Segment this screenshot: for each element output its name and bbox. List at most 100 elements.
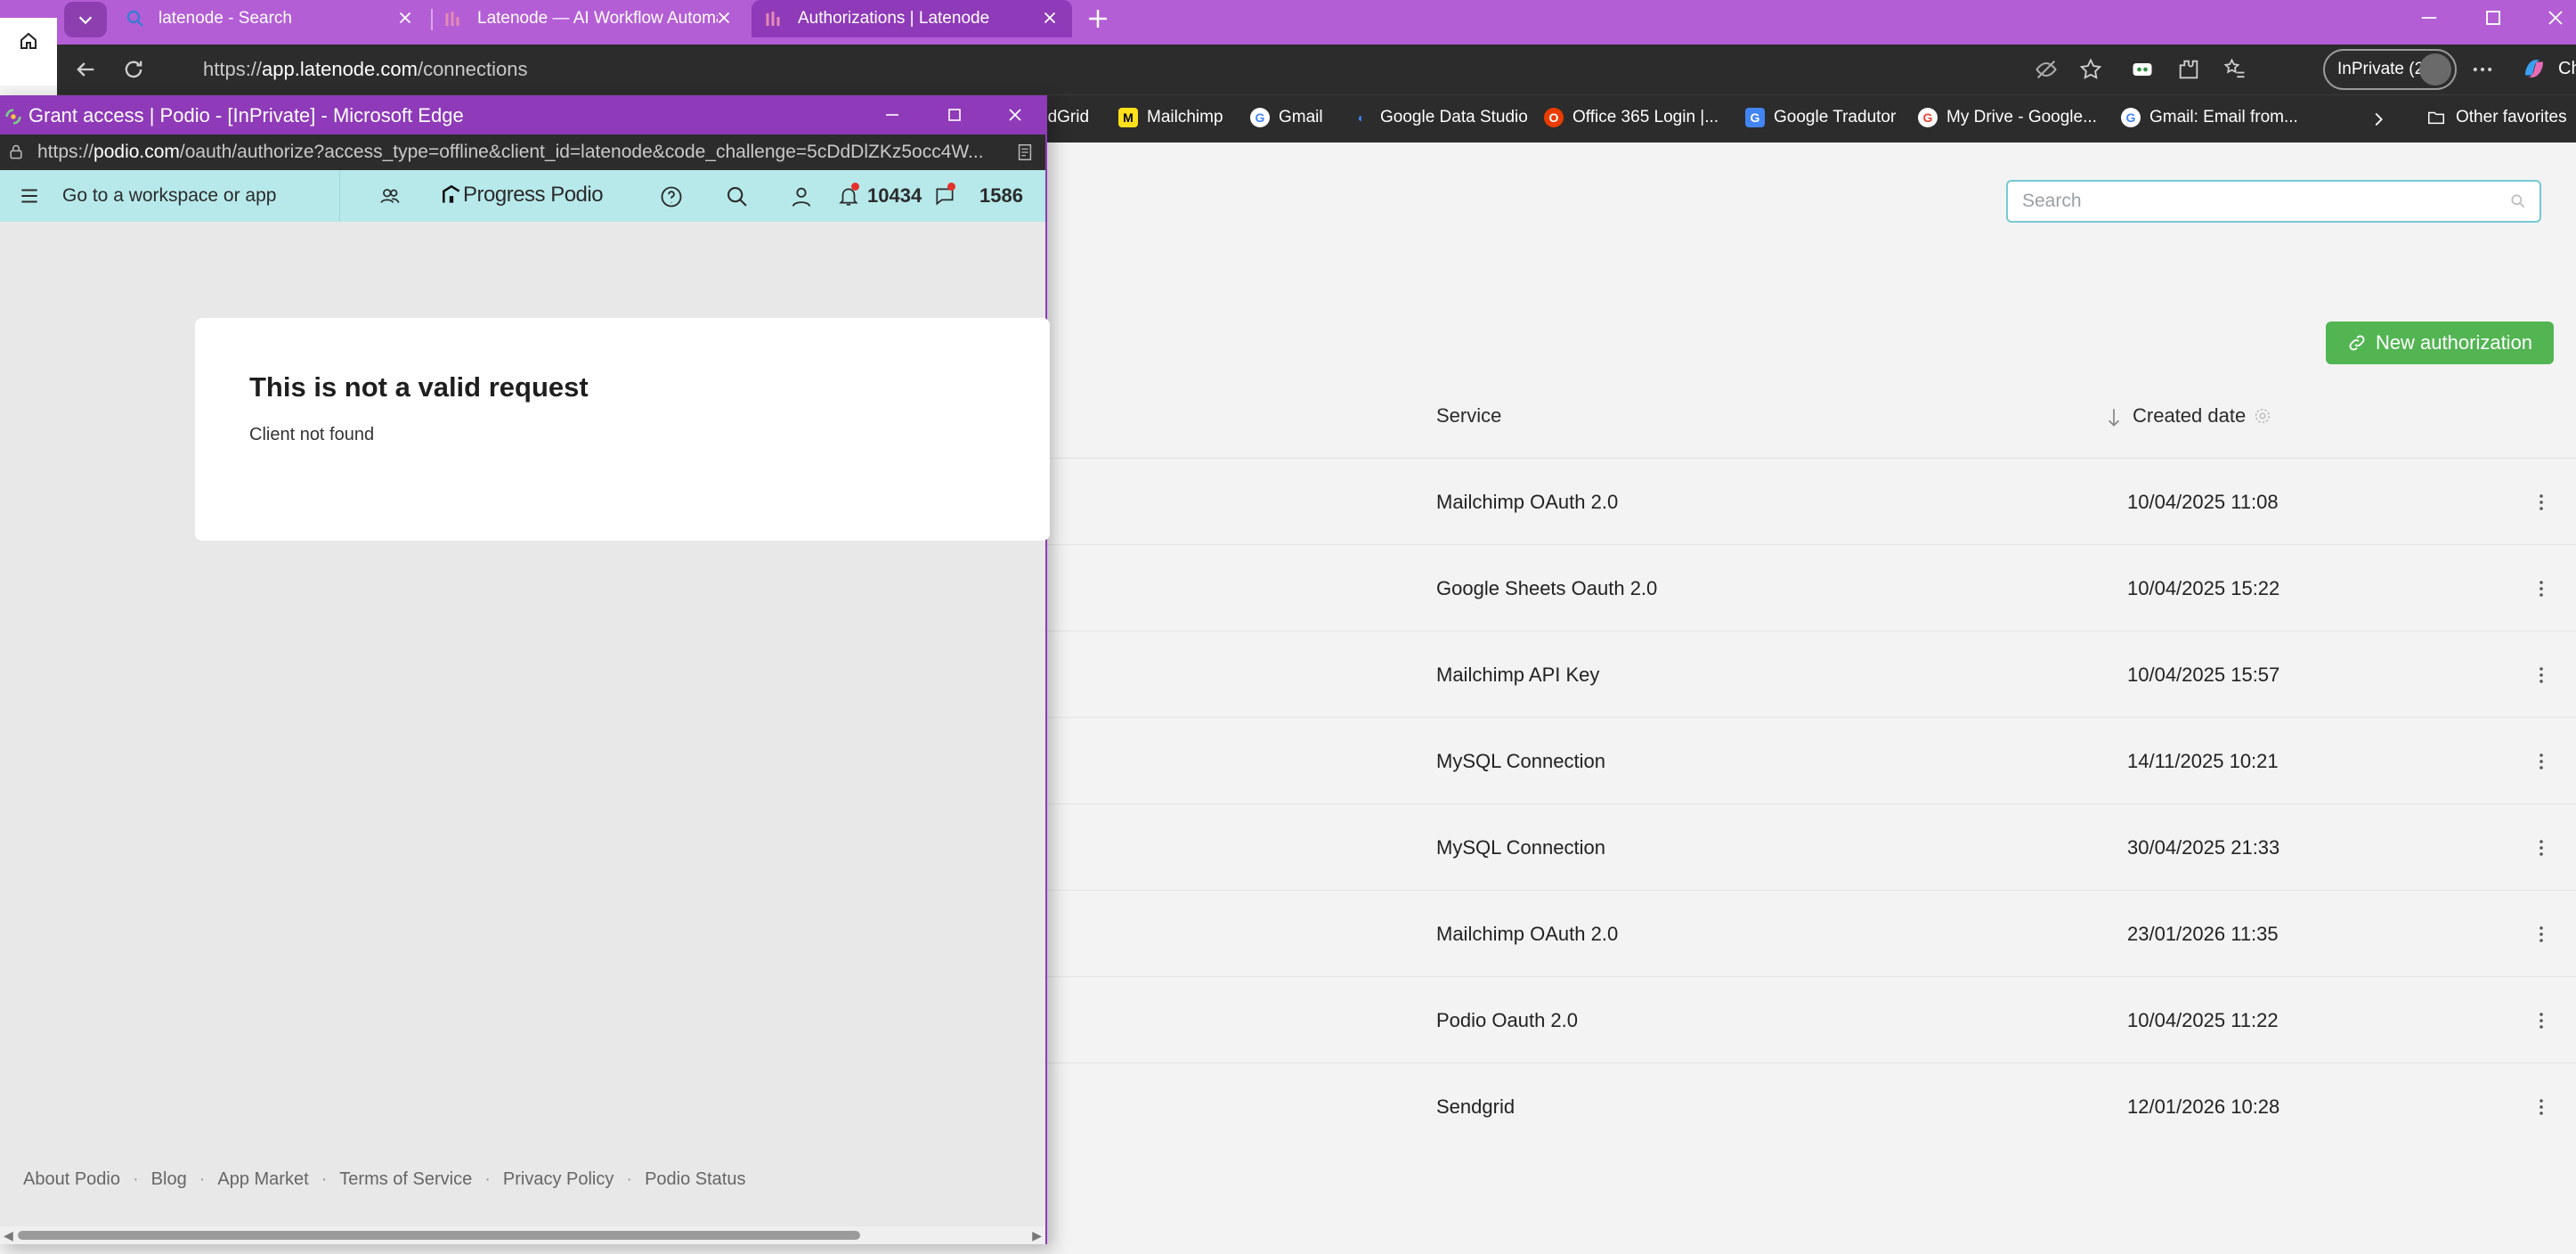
workspace-switcher[interactable]: Go to a workspace or app (18, 184, 276, 208)
refresh-icon[interactable] (121, 57, 146, 82)
latenode-logo-icon (445, 12, 459, 26)
error-message: Client not found (249, 425, 375, 444)
progress-podio-logo[interactable]: Progress Podio (440, 183, 604, 208)
progress-logo-icon (443, 184, 460, 203)
footer-link-blog[interactable]: Blog (151, 1169, 187, 1190)
copilot-chat-button[interactable]: Chat (2519, 55, 2576, 82)
scroll-right-arrow-icon[interactable]: ▶ (1032, 1228, 1042, 1243)
favorite-item[interactable]: M Mailchimp (1118, 108, 1223, 127)
favorite-item[interactable]: ◐ Google Data Studio (1352, 108, 1528, 127)
message-dot (947, 183, 955, 191)
service-cell: Mailchimp API Key (1436, 664, 1600, 686)
column-header-service[interactable]: Service (1436, 404, 1501, 428)
scrollbar-thumb[interactable] (18, 1231, 860, 1240)
favorite-item[interactable]: O Office 365 Login |... (1544, 108, 1719, 127)
other-favorites-folder[interactable]: Other favorites (2426, 108, 2567, 127)
extensions-puzzle-icon[interactable] (2176, 57, 2201, 82)
table-row[interactable]: Mailchimp OAuth 2.0 23/01/2026 11:35 (1042, 891, 2576, 977)
messages-button[interactable]: 1586 (933, 183, 1023, 208)
tab-latenode-search[interactable]: latenode - Search (125, 0, 427, 37)
workspace-label: Go to a workspace or app (62, 185, 277, 206)
search-input[interactable]: Search (2006, 180, 2541, 223)
gear-icon[interactable] (2253, 406, 2272, 426)
footer-link-about[interactable]: About Podio (23, 1169, 120, 1190)
table-row[interactable]: Mailchimp OAuth 2.0 10/04/2025 11:08 (1042, 459, 2576, 545)
favorite-item[interactable]: G My Drive - Google... (1918, 108, 2097, 127)
close-icon[interactable] (395, 8, 415, 28)
more-vertical-icon[interactable] (2531, 748, 2552, 775)
table-row[interactable]: MySQL Connection 14/11/2025 10:21 (1042, 718, 2576, 804)
help-icon[interactable] (659, 184, 684, 209)
maximize-icon[interactable] (2481, 5, 2506, 30)
notifications-button[interactable]: 10434 (837, 183, 922, 208)
table-row[interactable]: Podio Oauth 2.0 10/04/2025 11:22 (1042, 977, 2576, 1063)
more-vertical-icon[interactable] (2531, 835, 2552, 861)
tab-actions-button[interactable] (64, 2, 107, 37)
table-row[interactable]: Sendgrid 12/01/2026 10:28 (1042, 1063, 2576, 1150)
hamburger-menu-icon (21, 189, 37, 203)
back-icon[interactable] (73, 57, 98, 82)
favorite-item[interactable]: G Gmail (1250, 108, 1323, 127)
close-icon[interactable] (714, 8, 734, 28)
new-tab-icon[interactable] (1085, 5, 1111, 32)
more-vertical-icon[interactable] (2531, 1007, 2552, 1034)
latenode-logo-icon (766, 12, 780, 26)
copilot-icon (2525, 60, 2543, 77)
table-row[interactable]: Google Sheets Oauth 2.0 10/04/2025 15:22 (1042, 545, 2576, 631)
more-vertical-icon[interactable] (2531, 921, 2552, 948)
inprivate-profile-button[interactable]: InPrivate (2) (2323, 49, 2457, 90)
url-prefix: https:// (37, 142, 94, 162)
sort-descending-icon[interactable] (2105, 406, 2123, 429)
tab-divider (431, 9, 433, 30)
footer-link-privacy[interactable]: Privacy Policy (503, 1169, 614, 1190)
favorite-label: Other favorites (2456, 108, 2567, 126)
avatar (2419, 53, 2451, 86)
favorite-label: Mailchimp (1147, 108, 1223, 126)
footer-link-app-market[interactable]: App Market (217, 1169, 308, 1190)
more-vertical-icon[interactable] (2531, 1094, 2552, 1120)
more-options-icon[interactable] (2470, 57, 2495, 82)
close-window-icon[interactable] (2543, 5, 2568, 30)
tab-authorizations[interactable]: Authorizations | Latenode (752, 0, 1072, 37)
more-vertical-icon[interactable] (2531, 662, 2552, 688)
close-icon[interactable] (1040, 8, 1060, 28)
popup-title: Grant access | Podio - [InPrivate] - Mic… (28, 104, 464, 126)
scroll-left-arrow-icon[interactable]: ◀ (4, 1228, 13, 1243)
favorite-item[interactable]: G Gmail: Email from... (2121, 108, 2298, 127)
table-row[interactable]: Mailchimp API Key 10/04/2025 15:57 (1042, 631, 2576, 718)
popup-titlebar[interactable]: Grant access | Podio - [InPrivate] - Mic… (0, 97, 1045, 134)
more-vertical-icon[interactable] (2531, 575, 2552, 602)
home-button[interactable] (0, 18, 57, 86)
created-date-cell: 10/04/2025 15:57 (2127, 664, 2280, 686)
footer-link-status[interactable]: Podio Status (645, 1169, 745, 1190)
footer-separator: · (132, 1169, 139, 1189)
footer-link-terms[interactable]: Terms of Service (339, 1169, 472, 1190)
horizontal-scrollbar[interactable]: ◀ ▶ (0, 1226, 1045, 1244)
tab-latenode-ai[interactable]: Latenode — AI Workflow Automat (443, 0, 746, 37)
more-vertical-icon[interactable] (2531, 489, 2552, 516)
favorite-item[interactable]: G Google Tradutor (1745, 108, 1896, 127)
tracking-prevention-icon[interactable] (2034, 57, 2059, 82)
maximize-icon[interactable] (944, 104, 965, 126)
close-window-icon[interactable] (1004, 104, 1026, 126)
minimize-icon[interactable] (882, 104, 903, 126)
extension-icon[interactable] (2130, 57, 2155, 82)
favorite-label: Google Data Studio (1380, 108, 1528, 126)
popup-address-bar[interactable]: https://podio.com/oauth/authorize?access… (0, 134, 1045, 170)
favorite-star-icon[interactable] (2078, 57, 2103, 82)
browser-toolbar: https://app.latenode.com/connections InP… (57, 45, 2576, 94)
column-header-created-date[interactable]: Created date (2133, 404, 2246, 428)
home-icon (20, 32, 37, 49)
table-row[interactable]: MySQL Connection 30/04/2025 21:33 (1042, 804, 2576, 891)
chevron-right-icon[interactable] (2369, 110, 2388, 129)
new-authorization-button[interactable]: New authorization (2326, 322, 2554, 364)
search-icon[interactable] (725, 184, 750, 209)
profile-icon[interactable] (789, 184, 814, 209)
favorite-label: Gmail: Email from... (2149, 108, 2298, 126)
service-cell: Mailchimp OAuth 2.0 (1436, 491, 1619, 513)
contacts-icon[interactable] (378, 184, 402, 208)
search-icon (126, 10, 143, 27)
reader-mode-icon[interactable] (1015, 142, 1035, 163)
favorites-collection-icon[interactable] (2223, 57, 2247, 82)
minimize-icon[interactable] (2417, 5, 2442, 30)
